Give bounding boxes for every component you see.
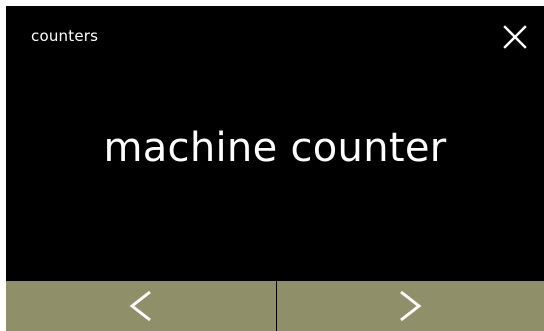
- chevron-right-icon: [400, 290, 422, 322]
- previous-button[interactable]: [6, 281, 276, 331]
- counter-screen: counters machine counter: [6, 6, 544, 331]
- next-button[interactable]: [277, 281, 544, 331]
- chevron-left-icon: [129, 290, 151, 322]
- navigation-bar: [6, 281, 544, 331]
- close-button[interactable]: [502, 24, 528, 50]
- close-icon: [503, 25, 527, 49]
- page-title: counters: [31, 27, 99, 45]
- machine-counter-title: machine counter: [103, 125, 447, 171]
